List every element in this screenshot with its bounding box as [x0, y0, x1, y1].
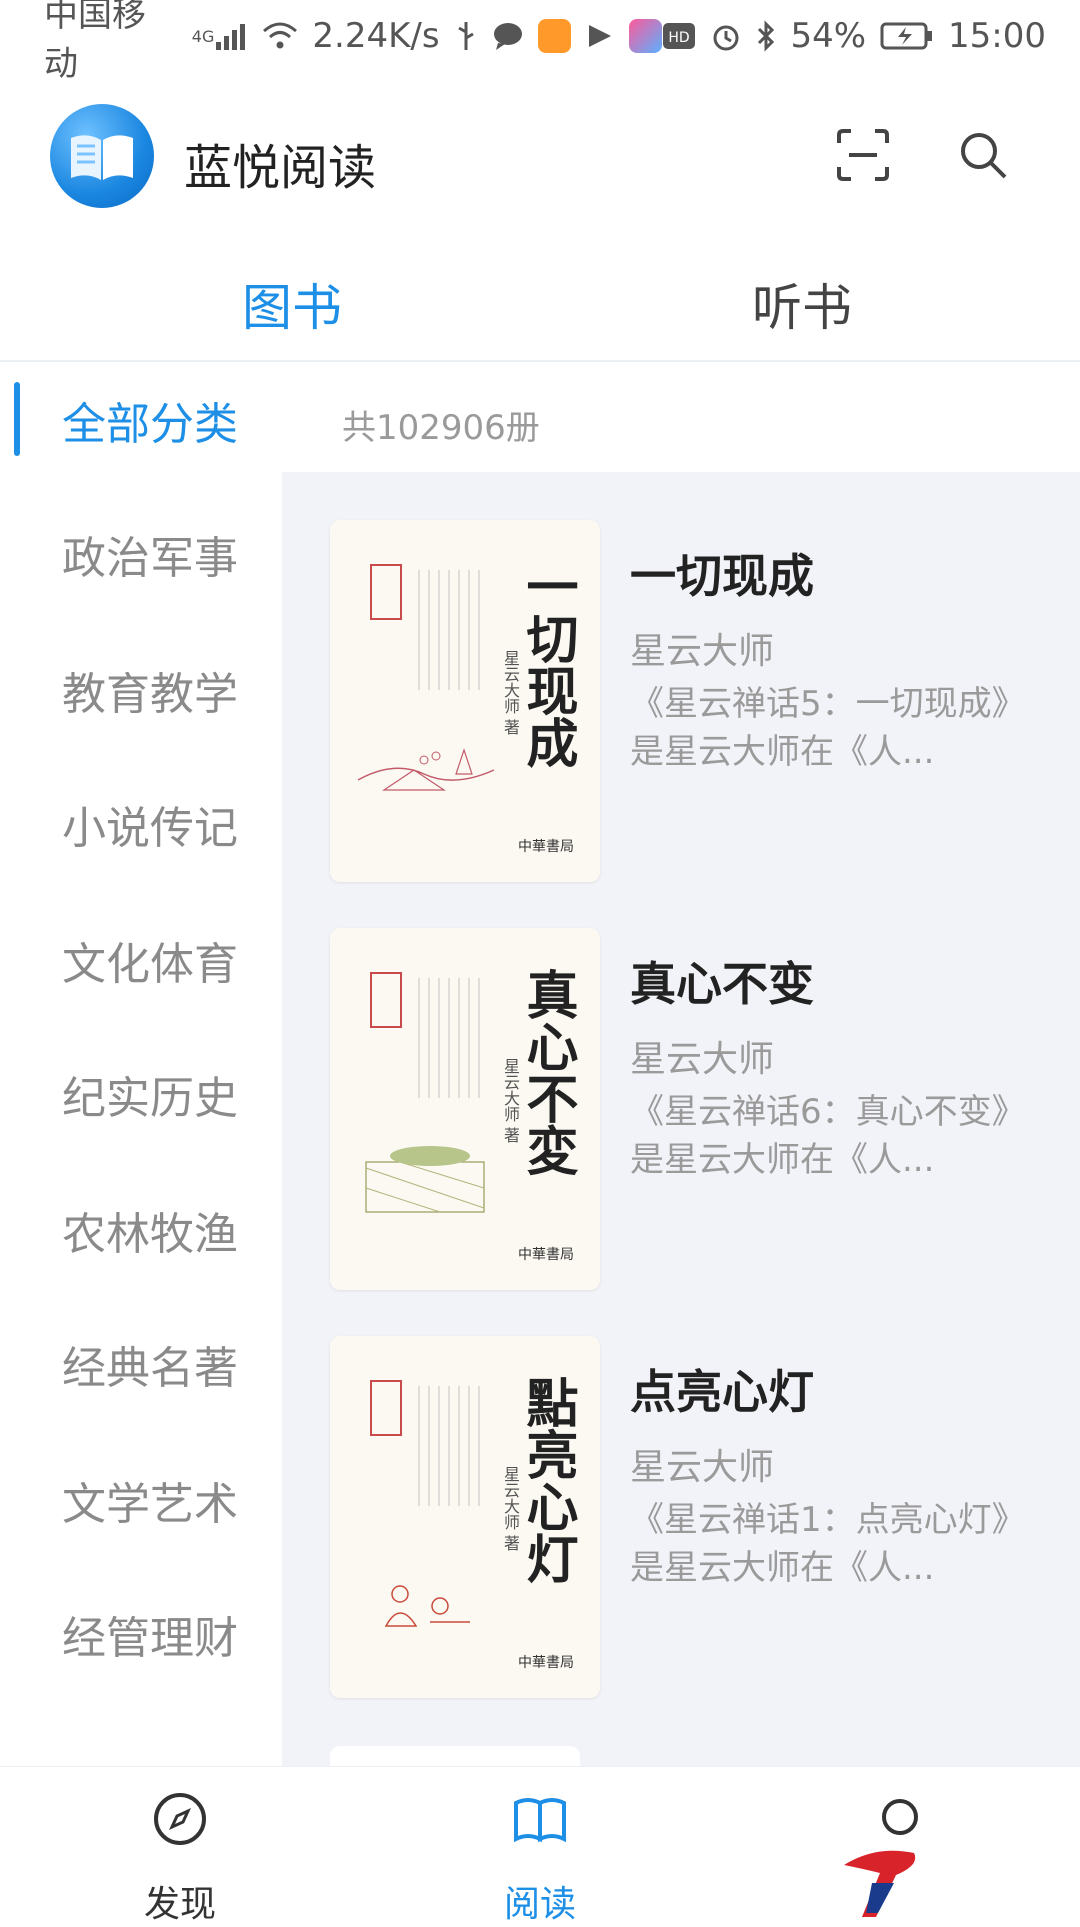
wifi-icon [262, 21, 298, 51]
category-education[interactable]: 教育教学 [62, 658, 238, 722]
category-finance[interactable]: 经管理财 [62, 1602, 238, 1666]
usb-icon [454, 20, 478, 52]
book-logo-icon [71, 135, 133, 180]
clock: 15:00 [948, 16, 1046, 56]
svg-text:HD: HD [669, 30, 690, 46]
nav-discover[interactable]: 发现 [80, 1767, 280, 1925]
category-agriculture[interactable]: 农林牧渔 [62, 1198, 238, 1262]
battery-icon [880, 21, 934, 51]
book-open-icon [514, 1798, 566, 1843]
cover-illustration [357, 748, 495, 791]
nav-profile[interactable] [800, 1767, 1000, 1921]
list-item[interactable]: 星云大师 著 點亮心灯 中華書局 点亮心灯 星云大师 《星云禅话1：点亮心灯》是… [330, 1336, 1080, 1698]
cover-seal-icon [370, 1380, 402, 1436]
book-author: 星云大师 [630, 1447, 775, 1488]
video-app-icon [537, 19, 571, 53]
content-type-tabs: 图书 听书 [0, 250, 1080, 362]
network-speed: 2.24K/s [312, 16, 440, 56]
cover-title: 點亮心灯 [517, 1376, 578, 1584]
category-documentary-history[interactable]: 纪实历史 [62, 1062, 238, 1126]
bluetooth-icon [756, 20, 776, 52]
carrier-label: 中国移动 [44, 0, 146, 84]
book-list: 星云大师 著 一切现成 中華書局 一切现成 星云大师 《星云禅话5：一切现成》是… [282, 472, 1080, 1766]
list-item[interactable]: 星云大师 著 真心不変 中華書局 真心不变 星云大师 《星云禅话6：真心不变》是… [330, 928, 1080, 1290]
tab-audiobooks[interactable]: 听书 [752, 268, 852, 340]
book-cover: 星云大师 著 一切现成 中華書局 [330, 520, 600, 882]
search-button[interactable] [948, 120, 1018, 190]
category-all[interactable]: 全部分类 [62, 388, 238, 452]
book-title: 一切现成 [630, 549, 814, 603]
book-count: 共102906册 [342, 408, 540, 448]
list-item[interactable]: 星云大师 著 一切现成 中華書局 一切现成 星云大师 《星云禅话5：一切现成》是… [330, 520, 1080, 882]
cover-seal-icon [370, 972, 402, 1028]
nav-discover-label: 发现 [143, 1884, 216, 1925]
cover-publisher: 中華書局 [518, 839, 574, 855]
nav-reading[interactable]: 阅读 [440, 1767, 640, 1925]
book-author: 星云大师 [630, 1039, 775, 1080]
paint-app-icon [629, 19, 663, 53]
search-icon [961, 133, 1007, 179]
network-label: 4G [191, 26, 215, 46]
category-sidebar: 全部分类 政治军事 教育教学 小说传记 文化体育 纪实历史 农林牧渔 经典名著 … [0, 362, 282, 1766]
cover-publisher: 中華書局 [518, 1655, 574, 1671]
category-classics[interactable]: 经典名著 [62, 1332, 238, 1396]
book-cover: 星云大师 著 真心不変 中華書局 [330, 928, 600, 1290]
tab-books[interactable]: 图书 [242, 268, 342, 340]
book-description: 《星云禅话5：一切现成》是星云大师在《人... [630, 684, 1026, 772]
category-politics-military[interactable]: 政治军事 [62, 522, 238, 586]
app-logo [50, 104, 154, 208]
scan-icon [837, 129, 889, 181]
cover-text-lines [418, 978, 480, 1098]
scan-button[interactable] [828, 120, 898, 190]
cover-title: 一切现成 [517, 560, 578, 768]
alarm-icon [710, 20, 742, 52]
compass-icon [154, 1793, 206, 1845]
category-literature-art[interactable]: 文学艺术 [62, 1468, 238, 1532]
bottom-navigation: 发现 阅读 [0, 1766, 1080, 1925]
battery-percent: 54% [790, 16, 867, 56]
book-author: 星云大师 [630, 631, 775, 672]
active-category-indicator [14, 382, 20, 456]
message-icon [492, 21, 524, 51]
cover-illustration [384, 1585, 470, 1627]
cover-publisher: 中華書局 [518, 1247, 574, 1263]
brand-logo-icon [844, 1850, 916, 1917]
book-description: 《星云禅话1：点亮心灯》是星云大师在《人... [630, 1500, 1026, 1588]
app-title: 蓝悦阅读 [184, 140, 377, 196]
category-novel-biography[interactable]: 小说传记 [62, 792, 238, 856]
check-icon [585, 21, 615, 51]
cover-title: 真心不変 [517, 968, 578, 1176]
app-header: 蓝悦阅读 [0, 90, 1080, 220]
book-cover: 星云大师 著 點亮心灯 中華書局 [330, 1336, 600, 1698]
next-book-cover-partial [330, 1746, 580, 1766]
book-description: 《星云禅话6：真心不变》是星云大师在《人... [630, 1092, 1026, 1180]
category-culture-sports[interactable]: 文化体育 [62, 928, 238, 992]
signal-icon: 4G [192, 22, 249, 50]
cover-seal-icon [370, 564, 402, 620]
nav-reading-label: 阅读 [503, 1884, 576, 1925]
hd-icon: HD [662, 21, 696, 51]
cover-text-lines [418, 570, 480, 690]
book-title: 真心不变 [630, 957, 814, 1011]
book-title: 点亮心灯 [630, 1365, 814, 1419]
status-bar: 中国移动 4G 2.24K/s HD 54% 15:00 [0, 0, 1080, 84]
cover-text-lines [418, 1386, 480, 1506]
profile-icon [882, 1799, 918, 1835]
cover-illustration [365, 1146, 485, 1213]
